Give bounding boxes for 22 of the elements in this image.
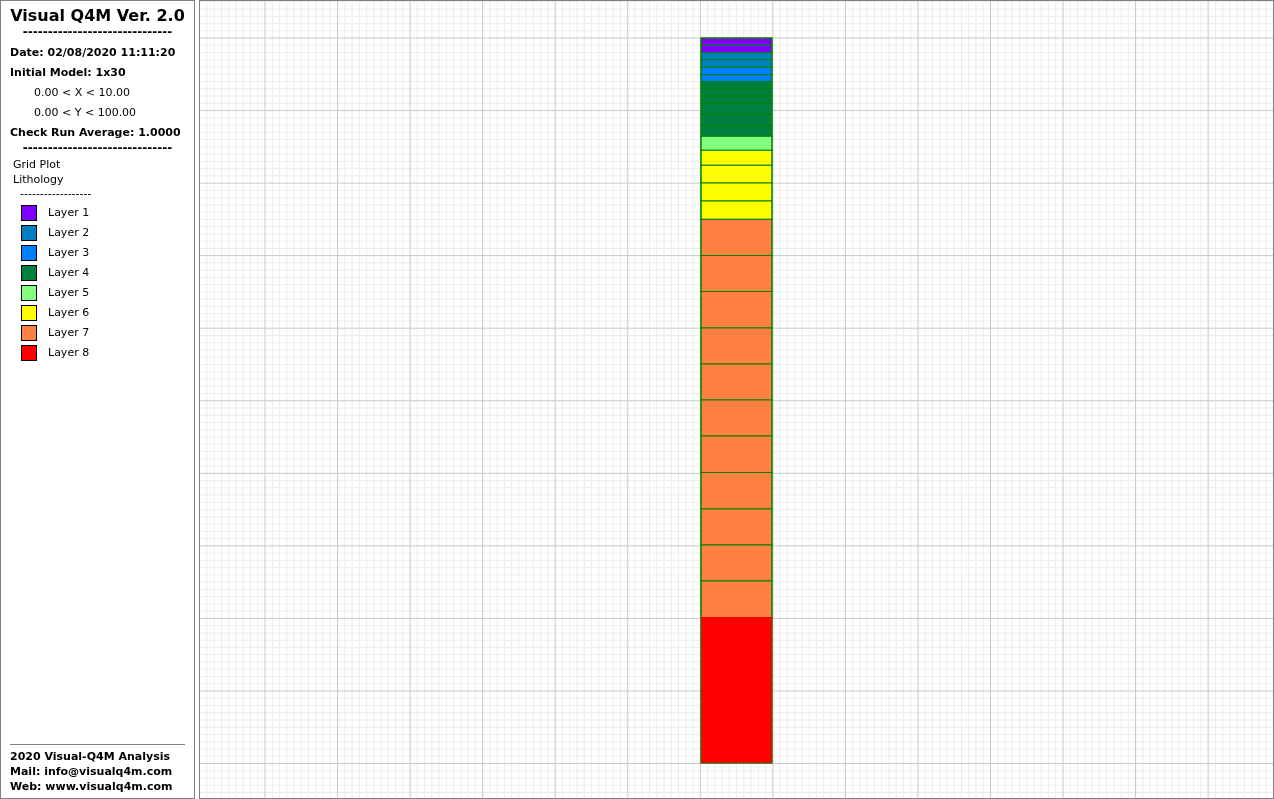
divider-text: ------------------------------ <box>21 143 174 153</box>
legend-label: Layer 6 <box>48 304 90 321</box>
plot-option[interactable]: Grid Plot <box>10 157 61 172</box>
divider-text: ------------------------------ <box>21 27 174 37</box>
footer-text: Mail: info@visualq4m.com <box>10 764 174 779</box>
date-text: Date: 02/08/2020 11:11:20 <box>10 45 177 61</box>
model-text: Initial Model: 1x30 <box>10 65 127 81</box>
legend-label: Layer 5 <box>48 284 90 301</box>
range-text: 0.00 < X < 10.00 <box>33 85 131 101</box>
range-text: 0.00 < Y < 100.00 <box>33 105 138 121</box>
legend-label: Layer 2 <box>48 224 90 241</box>
plot-option[interactable]: Lithology <box>10 172 64 187</box>
app-title: Visual Q4M Ver. 2.0 <box>10 5 185 27</box>
legend-label: Layer 3 <box>48 244 90 261</box>
footer-text: 2020 Visual-Q4M Analysis <box>10 749 172 764</box>
legend-label: Layer 1 <box>48 204 90 221</box>
divider-text: ------------------ <box>19 187 93 201</box>
footer-text: Web: www.visualq4m.com <box>10 779 174 794</box>
legend-label: Layer 7 <box>48 324 90 341</box>
average-text: Check Run Average: 1.0000 <box>10 125 182 141</box>
legend-label: Layer 4 <box>48 264 90 281</box>
legend-label: Layer 8 <box>48 344 90 361</box>
